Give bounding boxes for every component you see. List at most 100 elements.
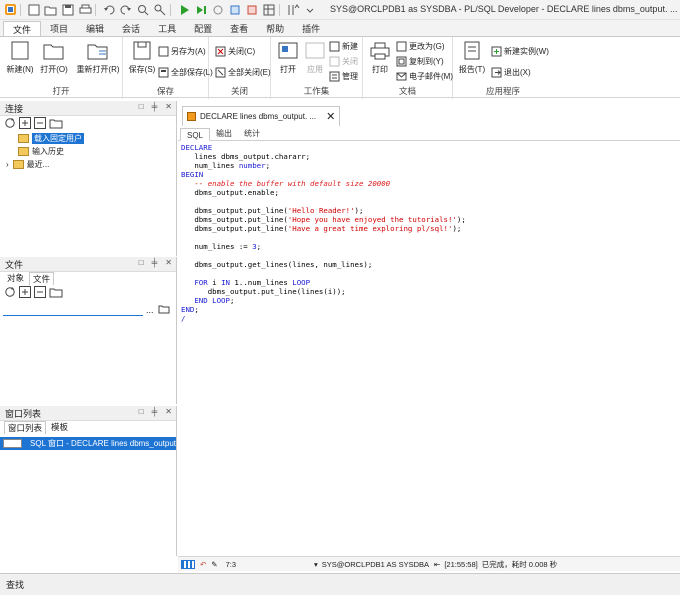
ribbon-tab-edit[interactable]: 编辑 <box>77 21 113 37</box>
open-icon[interactable] <box>44 3 58 17</box>
ribbon-tab-view[interactable]: 查看 <box>221 21 257 37</box>
folder-icon[interactable] <box>49 286 63 300</box>
connection-label[interactable]: SYS@ORCLPDB1 AS SYSDBA <box>322 560 429 569</box>
qat-dropdown-icon[interactable] <box>303 3 317 17</box>
save-all-icon <box>158 67 169 78</box>
print-button[interactable]: 打印 <box>363 41 397 75</box>
add-icon[interactable] <box>19 117 31 131</box>
workset-close-icon <box>329 56 340 67</box>
tab-objects[interactable]: 对象 <box>4 272 27 285</box>
change-to-button[interactable]: 更改为(G) <box>396 40 445 53</box>
close-all-button[interactable]: 全部关闭(E) <box>215 66 271 79</box>
workset-manage-icon <box>329 71 340 82</box>
sort-icon[interactable] <box>286 3 300 17</box>
grid-icon[interactable] <box>262 3 276 17</box>
tree-item-recent[interactable]: › 最近... <box>0 158 176 171</box>
undo-icon[interactable]: ↶ <box>200 560 206 569</box>
commit-icon[interactable] <box>228 3 242 17</box>
print-icon[interactable] <box>78 3 92 17</box>
rollback-icon[interactable] <box>245 3 259 17</box>
find-icon[interactable] <box>136 3 150 17</box>
save-button[interactable]: 保存(S) <box>125 41 159 75</box>
tab-output[interactable]: 输出 <box>210 127 238 140</box>
ribbon-tab-project[interactable]: 项目 <box>41 21 77 37</box>
folder-icon[interactable] <box>49 117 63 131</box>
new-button[interactable]: 新建(N) <box>3 41 37 75</box>
ribbon-tab-configure[interactable]: 配置 <box>185 21 221 37</box>
restore-icon[interactable]: □ <box>139 258 144 267</box>
connections-toolbar <box>0 116 176 132</box>
save-icon[interactable] <box>61 3 75 17</box>
tree-item-pinned-users[interactable]: 载入固定用户 <box>0 132 176 145</box>
refresh-icon[interactable] <box>4 286 16 300</box>
undo-icon[interactable] <box>102 3 116 17</box>
pin-icon[interactable]: ╪ <box>152 258 158 267</box>
chevron-right-icon[interactable]: › <box>6 160 9 169</box>
tree-item-input-history[interactable]: 输入历史 <box>0 145 176 158</box>
workset-manage-button[interactable]: 管理 <box>329 70 358 83</box>
ribbon-group-label-application: 应用程序 <box>485 86 520 96</box>
folder-icon[interactable] <box>158 304 170 316</box>
close-button[interactable]: 关闭(C) <box>215 45 255 58</box>
close-all-icon <box>215 67 226 78</box>
exit-button[interactable]: 退出(X) <box>491 66 531 79</box>
tab-templates[interactable]: 模板 <box>48 421 71 434</box>
remove-icon[interactable] <box>34 286 46 300</box>
change-to-icon <box>396 41 407 52</box>
restore-icon[interactable]: □ <box>139 407 144 416</box>
workset-apply-button[interactable]: 应用 <box>298 41 332 75</box>
ribbon-group-label-close: 关闭 <box>230 86 248 96</box>
document-tab[interactable]: DECLARE lines dbms_output. ... ✕ <box>182 106 341 126</box>
close-icon[interactable]: ✕ <box>165 102 172 111</box>
ribbon-tab-help[interactable]: 帮助 <box>257 21 293 37</box>
copy-to-button[interactable]: 复制到(Y) <box>396 55 444 68</box>
tab-sql[interactable]: SQL <box>180 128 211 141</box>
close-icon[interactable]: ✕ <box>165 407 172 416</box>
pin-icon[interactable]: ╪ <box>152 407 158 416</box>
ribbon-tab-session[interactable]: 会话 <box>113 21 149 37</box>
files-panel: 文件 □ ╪ ✕ 对象 文件 ... <box>0 257 177 404</box>
new-instance-icon <box>491 46 502 57</box>
browse-button[interactable]: ... <box>146 305 154 315</box>
reopen-button[interactable]: 重新打开(R) <box>76 41 120 75</box>
close-tab-icon[interactable]: ✕ <box>326 110 335 123</box>
ribbon-tab-tools[interactable]: 工具 <box>149 21 185 37</box>
close-icon[interactable]: ✕ <box>165 258 172 267</box>
tab-files[interactable]: 文件 <box>29 272 55 285</box>
code-editor[interactable]: DECLARE lines dbms_output.chararr; num_l… <box>181 143 466 323</box>
sql-editor-window: DECLARE lines dbms_output. ... ✕ SQL 输出 … <box>178 103 680 573</box>
open-button[interactable]: 打开(O) <box>37 41 71 75</box>
restore-icon[interactable]: □ <box>139 102 144 111</box>
save-as-button[interactable]: 另存为(A) <box>158 45 206 58</box>
stop-icon[interactable] <box>211 3 225 17</box>
key-icon[interactable] <box>153 3 167 17</box>
ribbon-tab-plugins[interactable]: 插件 <box>293 21 329 37</box>
pin-icon[interactable]: ╪ <box>152 102 158 111</box>
ribbon-tab-file[interactable]: 文件 <box>3 21 42 37</box>
ribbon-group-label-workset: 工作集 <box>303 86 330 96</box>
refresh-icon[interactable] <box>4 117 16 131</box>
tab-window-list[interactable]: 窗口列表 <box>4 421 47 434</box>
files-toolbar <box>0 285 176 301</box>
window-list-item[interactable]: SQL 窗口 - DECLARE lines dbms_output <box>0 437 176 450</box>
connection-dropdown-icon[interactable]: ▾ <box>314 560 318 569</box>
execute-icon[interactable] <box>177 3 191 17</box>
printer-icon <box>369 41 391 61</box>
new-instance-button[interactable]: 新建实例(W) <box>491 45 549 58</box>
new-doc-icon <box>9 41 31 61</box>
step-icon[interactable] <box>194 3 208 17</box>
email-button[interactable]: 电子邮件(M) <box>396 70 453 83</box>
window-list-panel-title: 窗口列表 <box>5 408 42 419</box>
folder-icon <box>12 160 24 169</box>
remove-icon[interactable] <box>34 117 46 131</box>
report-button[interactable]: 报告(T) <box>455 41 489 75</box>
workset-close-button[interactable]: 关闭 <box>329 55 358 68</box>
workset-new-button[interactable]: 新建 <box>329 40 358 53</box>
file-path-input[interactable] <box>3 304 143 316</box>
add-icon[interactable] <box>19 286 31 300</box>
save-all-button[interactable]: 全部保存(L) <box>158 66 213 79</box>
new-icon[interactable] <box>27 3 41 17</box>
files-panel-header: 文件 □ ╪ ✕ <box>0 257 176 272</box>
redo-icon[interactable] <box>119 3 133 17</box>
tab-statistics[interactable]: 统计 <box>238 127 266 140</box>
